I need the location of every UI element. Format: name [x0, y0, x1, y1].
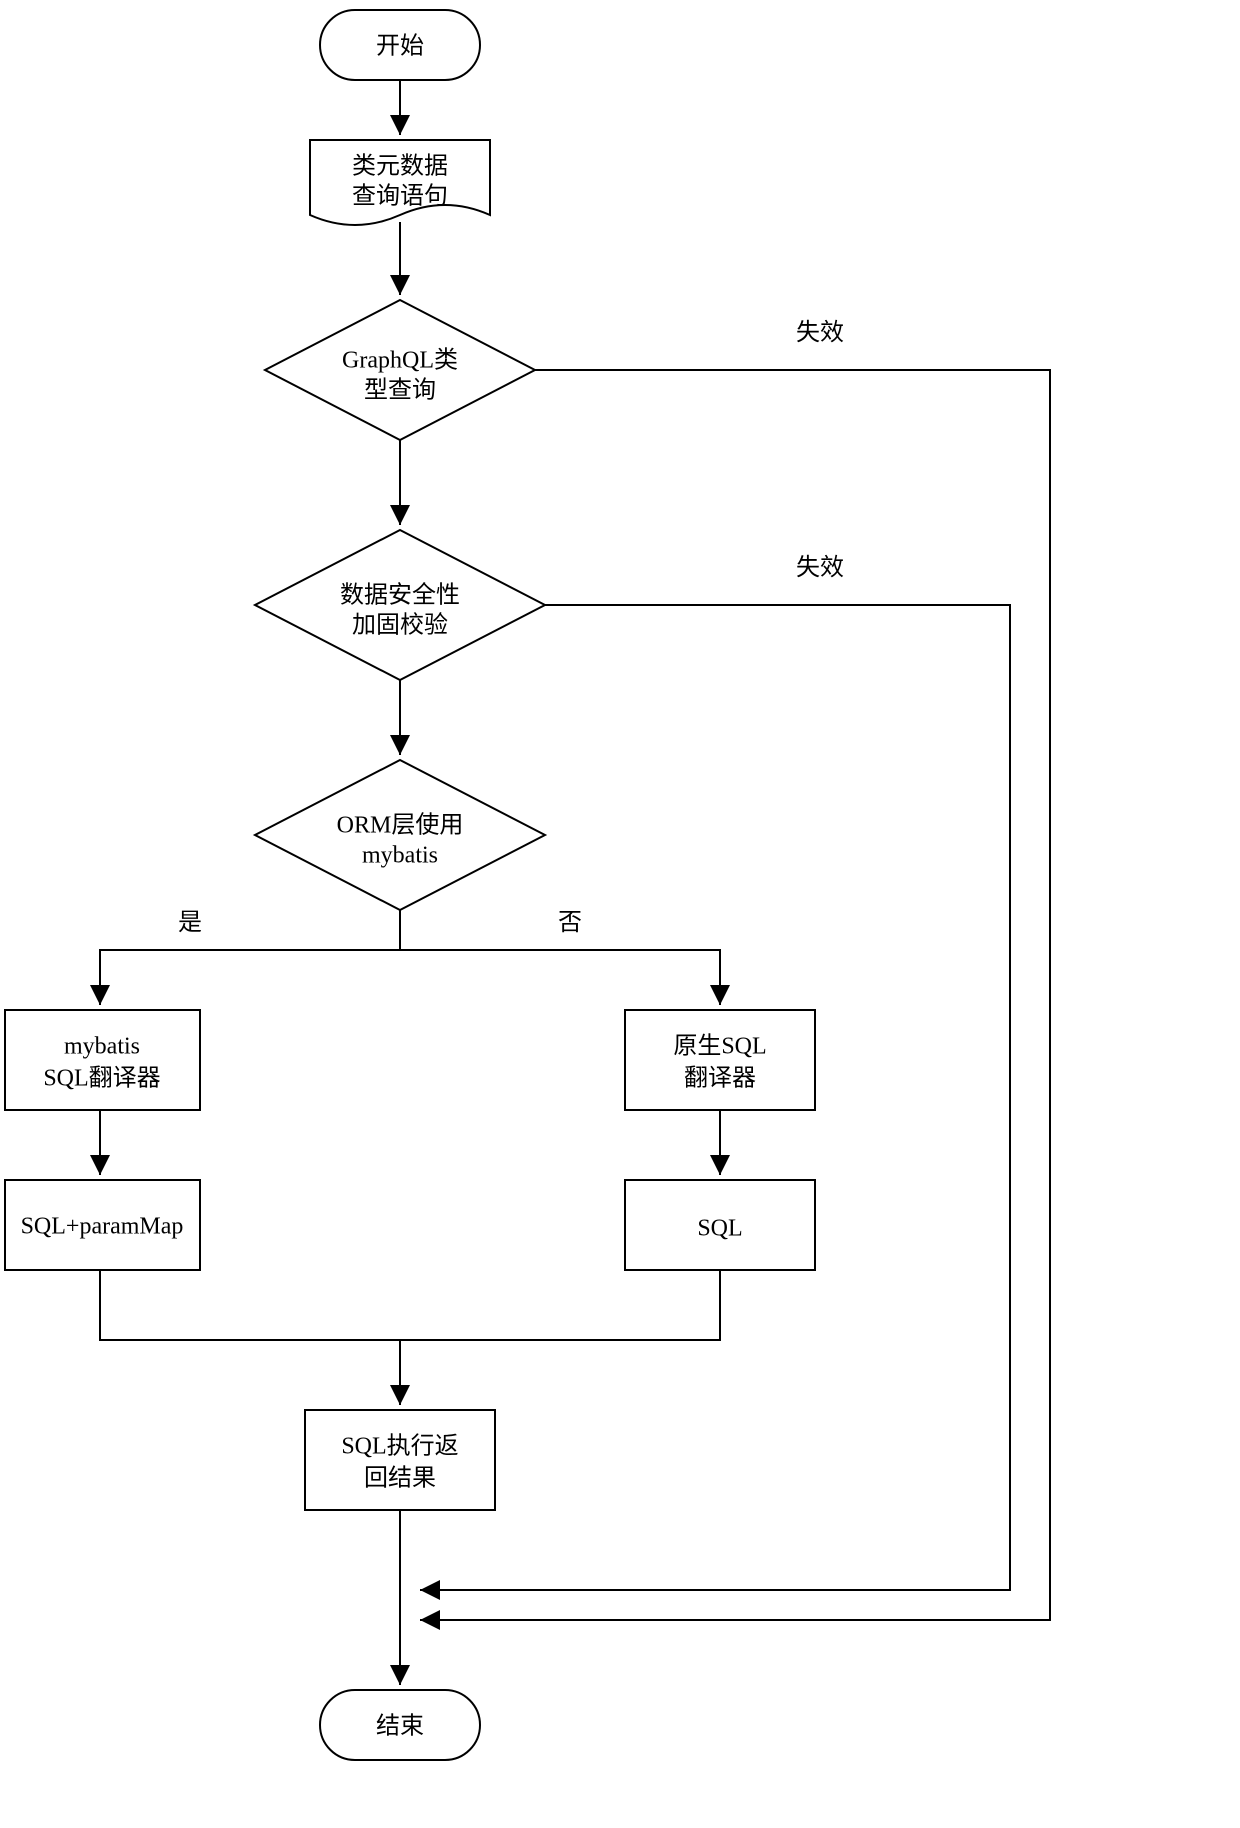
procR1-line1: 原生SQL: [673, 1033, 766, 1060]
start-label: 开始: [376, 33, 424, 60]
procR2-label: SQL: [697, 1216, 742, 1242]
d3-line1: ORM层使用: [337, 812, 464, 839]
end-label: 结束: [376, 1713, 424, 1740]
result-line2: 回结果: [364, 1465, 436, 1492]
d2-line2: 加固校验: [352, 612, 448, 639]
d1-line1: GraphQL类: [342, 347, 458, 374]
node-sql-parammap: SQL+paramMap: [5, 1180, 200, 1270]
flowchart-diagram: 开始 类元数据 查询语句 GraphQL类 型查询 失效 数据安全性 加固校验 …: [0, 0, 1240, 1828]
node-result: SQL执行返 回结果: [305, 1410, 495, 1510]
procR1-line2: 翻译器: [684, 1065, 756, 1092]
node-decision-security: 数据安全性 加固校验: [255, 530, 545, 680]
node-end: 结束: [320, 1690, 480, 1760]
edge-d3-no: [400, 950, 720, 1005]
edge-merge-horizontal: [100, 1270, 720, 1340]
edge-d3-yes: [100, 910, 400, 1005]
d1-line2: 型查询: [364, 377, 436, 404]
d2-line1: 数据安全性: [340, 582, 460, 609]
procL2-label: SQL+paramMap: [21, 1214, 184, 1240]
input-line1: 类元数据: [352, 153, 448, 180]
node-sql: SQL: [625, 1180, 815, 1270]
node-native-sql-translator: 原生SQL 翻译器: [625, 1010, 815, 1110]
node-decision-orm: ORM层使用 mybatis: [255, 760, 545, 910]
node-decision-graphql: GraphQL类 型查询: [265, 300, 535, 440]
edge-label-fail2: 失效: [796, 554, 844, 581]
input-line2: 查询语句: [352, 183, 448, 210]
node-mybatis-translator: mybatis SQL翻译器: [5, 1010, 200, 1110]
edge-label-fail1: 失效: [796, 319, 844, 346]
node-start: 开始: [320, 10, 480, 80]
d3-line2: mybatis: [362, 843, 438, 869]
edge-d1-fail: [420, 370, 1050, 1620]
procL1-line2: SQL翻译器: [43, 1065, 160, 1092]
result-line1: SQL执行返: [341, 1433, 458, 1460]
edge-label-yes: 是: [178, 910, 202, 936]
edge-label-no: 否: [558, 910, 582, 936]
procL1-line1: mybatis: [64, 1034, 140, 1060]
node-input: 类元数据 查询语句: [310, 140, 490, 225]
